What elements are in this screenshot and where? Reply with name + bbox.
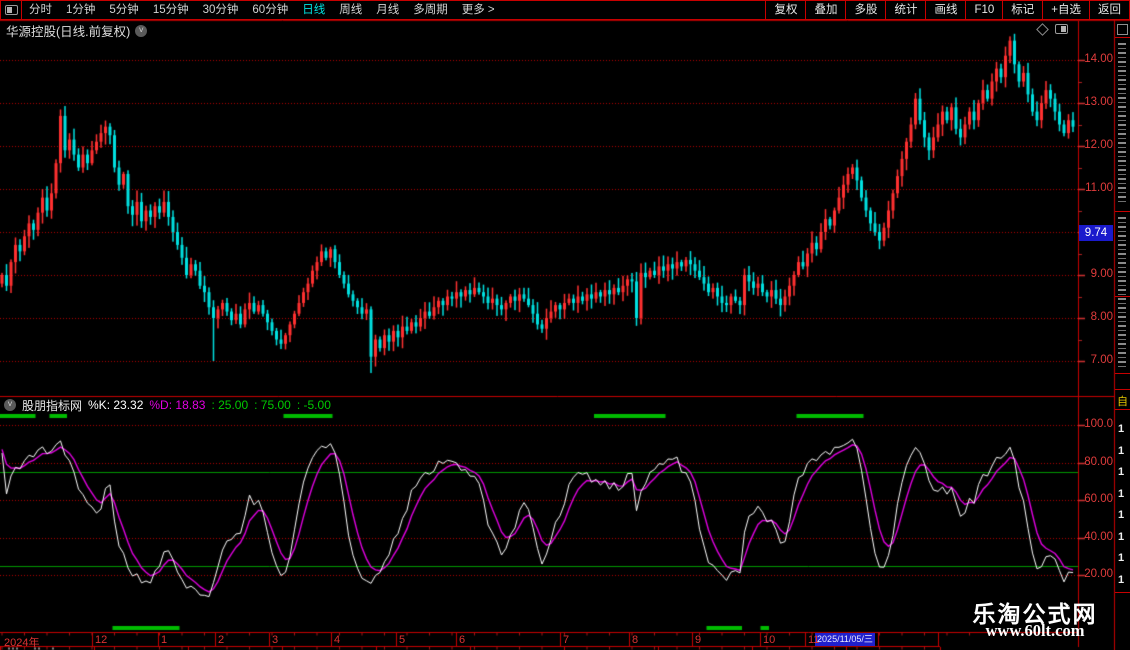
period-tab-多周期[interactable]: 多周期: [406, 1, 455, 20]
toolbar-button-多股[interactable]: 多股: [845, 0, 885, 20]
right-sidebar-strip[interactable]: 自 1 1 1 1 1 1 1 1: [1115, 21, 1130, 650]
sidebar-number: 1: [1118, 509, 1125, 521]
indicator-d-value: %D: 18.83: [149, 398, 206, 412]
trading-app-window: 分时 1分钟 5分钟 15分钟 30分钟 60分钟 日线 周线 月线 多周期 更多 > 复权 叠加 多股…: [0, 0, 1130, 650]
indicator-k-value: %K: 23.32: [88, 398, 144, 412]
time-axis-label: 12: [95, 634, 108, 646]
time-axis-label: 11: [808, 634, 820, 646]
sidebar-number: 1: [1118, 466, 1125, 478]
stock-title: 华源控股(日线.前复权): [6, 25, 131, 39]
period-tab-1分钟[interactable]: 1分钟: [59, 1, 102, 20]
time-axis-label: 4: [334, 634, 341, 646]
panel-right-icon[interactable]: [1055, 24, 1068, 34]
price-axis-label: 7.00: [1090, 354, 1113, 366]
period-tab-周线[interactable]: 周线: [332, 1, 369, 20]
sidebar-number: 1: [1118, 573, 1125, 586]
toolbar-button-统计[interactable]: 统计: [885, 0, 925, 20]
chart-title-row: 华源控股(日线.前复权) ˅: [6, 23, 148, 39]
toolbar-button-叠加[interactable]: 叠加: [805, 0, 845, 20]
indicator-name[interactable]: 股朋指标网: [22, 397, 82, 414]
clipped-vertical-text: [1118, 217, 1126, 367]
indicator-param2: : 75.00: [254, 398, 291, 412]
sidebar-number: 1: [1118, 487, 1125, 500]
period-tabs: 分时 1分钟 5分钟 15分钟 30分钟 60分钟 日线 周线 月线 多周期 更多 >: [22, 0, 502, 20]
toolbar-button-标记[interactable]: 标记: [1002, 0, 1042, 20]
chevron-down-icon[interactable]: ˅: [135, 24, 148, 37]
chart-canvas[interactable]: [0, 0, 1130, 650]
indicator-axis-label: 40.00: [1084, 530, 1113, 543]
period-tab-5分钟[interactable]: 5分钟: [102, 1, 145, 20]
time-axis-label: 6: [459, 634, 466, 646]
price-axis-label: 9.00: [1090, 268, 1113, 280]
time-axis-label: 10: [763, 634, 776, 646]
indicator-axis-label: 20.00: [1084, 568, 1113, 580]
period-tab-分时[interactable]: 分时: [22, 1, 59, 20]
chevron-down-icon[interactable]: ˅: [4, 399, 16, 411]
period-tab-更多 >[interactable]: 更多 >: [455, 1, 502, 20]
indicator-axis-label: 80.00: [1084, 455, 1113, 468]
layout-toggle-cell[interactable]: [0, 0, 22, 20]
period-tab-30分钟[interactable]: 30分钟: [196, 1, 246, 20]
sidebar-number: 1: [1118, 444, 1125, 457]
time-axis-label: 5: [399, 634, 406, 646]
clipped-icon: [1117, 24, 1128, 35]
price-axis-label: 13.00: [1084, 96, 1113, 108]
panel-left-icon: [4, 5, 18, 15]
clipped-vertical-text: [1118, 43, 1126, 203]
chart-corner-icons: [1036, 22, 1068, 36]
indicator-param1: : 25.00: [211, 398, 249, 412]
last-price-badge: 9.74: [1079, 225, 1113, 241]
sidebar-number: 1: [1118, 530, 1125, 543]
toolbar-button-+自选[interactable]: +自选: [1042, 0, 1089, 20]
sidebar-number: 1: [1118, 552, 1125, 564]
time-axis-label: 2024年: [4, 637, 40, 649]
top-toolbar: 分时 1分钟 5分钟 15分钟 30分钟 60分钟 日线 周线 月线 多周期 更多 > 复权 叠加 多股…: [0, 0, 1130, 20]
period-tab-15分钟[interactable]: 15分钟: [146, 1, 196, 20]
indicator-param3: : -5.00: [296, 398, 331, 412]
price-axis-label: 8.00: [1090, 311, 1113, 323]
toolbar-button-返回[interactable]: 返回: [1089, 0, 1129, 20]
price-axis-label: 11.00: [1085, 182, 1113, 194]
toolbar-button-F10[interactable]: F10: [965, 0, 1002, 20]
indicator-axis-label: 100.0: [1084, 418, 1113, 430]
indicator-axis-label: 60.00: [1084, 493, 1113, 505]
time-axis-label: 9: [695, 634, 702, 646]
toolbar-button-画线[interactable]: 画线: [925, 0, 965, 20]
watermark-url: www.60lt.com: [985, 621, 1085, 640]
date-badge: 2025/11/05/三: [815, 633, 875, 646]
sidebar-number: 1: [1118, 423, 1125, 435]
time-axis-label: 7: [563, 634, 570, 646]
indicator-header: ˅ 股朋指标网 %K: 23.32 %D: 18.83 : 25.00 : 75…: [4, 397, 331, 414]
diamond-icon[interactable]: [1036, 22, 1049, 36]
period-tab-月线[interactable]: 月线: [369, 1, 406, 20]
time-axis-label: 1: [161, 634, 168, 646]
time-axis-label: 8: [632, 634, 639, 646]
period-tab-日线[interactable]: 日线: [295, 1, 332, 20]
price-axis-label: 12.00: [1084, 139, 1113, 151]
time-axis-label: 2: [218, 634, 225, 646]
toolbar-button-复权[interactable]: 复权: [765, 0, 805, 20]
time-axis-label: 3: [272, 634, 279, 646]
sidebar-tab-self[interactable]: 自: [1117, 393, 1128, 409]
period-tab-60分钟[interactable]: 60分钟: [245, 1, 295, 20]
price-axis-label: 14.00: [1084, 53, 1113, 65]
toolbar-right-buttons: 复权 叠加 多股 统计 画线 F10 标记 +自选 返回: [765, 0, 1130, 20]
